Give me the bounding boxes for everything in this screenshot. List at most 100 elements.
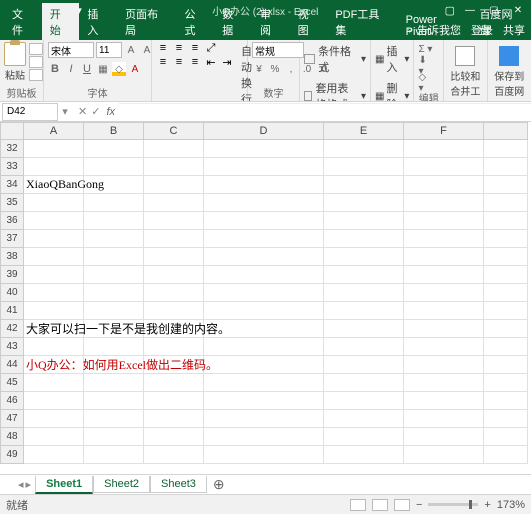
cell[interactable] (404, 248, 484, 266)
cell[interactable] (404, 302, 484, 320)
cell[interactable] (144, 338, 204, 356)
cell[interactable]: 小Q办公：如何用Excel做出二维码。 (24, 356, 84, 374)
orientation-icon[interactable]: ⤢ (204, 42, 218, 54)
cell[interactable] (84, 284, 144, 302)
row-header[interactable]: 34 (0, 176, 24, 194)
border-button[interactable]: ▦ (96, 62, 110, 76)
cell[interactable] (484, 374, 528, 392)
save-baidu-button[interactable]: 保存到百度网盘 (492, 46, 527, 102)
cell[interactable] (144, 410, 204, 428)
cell[interactable] (324, 302, 404, 320)
cell[interactable] (24, 140, 84, 158)
row-header[interactable]: 37 (0, 230, 24, 248)
cell[interactable] (24, 374, 84, 392)
cancel-formula-icon[interactable]: ✕ (78, 105, 87, 118)
fx-icon[interactable]: fx (106, 106, 115, 118)
number-format-select[interactable]: 常规 (252, 42, 304, 58)
cell[interactable] (144, 392, 204, 410)
enter-formula-icon[interactable]: ✓ (91, 105, 100, 118)
cell[interactable] (324, 446, 404, 464)
tab-file[interactable]: 文件 (4, 3, 42, 40)
cell[interactable] (204, 248, 324, 266)
cell[interactable] (204, 410, 324, 428)
cell[interactable] (404, 176, 484, 194)
formula-bar[interactable] (119, 103, 531, 121)
cell[interactable] (324, 230, 404, 248)
cell[interactable] (84, 392, 144, 410)
tell-me[interactable]: ♀ 告诉我您 (406, 22, 461, 38)
cell[interactable] (204, 374, 324, 392)
cell[interactable] (404, 266, 484, 284)
cell[interactable] (484, 158, 528, 176)
cell[interactable] (324, 356, 404, 374)
worksheet-grid[interactable]: ABCDEF 323334XiaoQBanGong353637383940414… (0, 122, 531, 474)
cell[interactable] (24, 410, 84, 428)
cell[interactable] (84, 374, 144, 392)
cell[interactable] (204, 302, 324, 320)
zoom-in-icon[interactable]: + (484, 499, 490, 511)
cell[interactable] (84, 212, 144, 230)
font-name-select[interactable]: 宋体 (48, 42, 94, 58)
cell[interactable] (144, 194, 204, 212)
cell[interactable] (404, 320, 484, 338)
delete-cells-button[interactable]: ▦删除 ▾ (375, 80, 409, 102)
cell[interactable] (404, 212, 484, 230)
align-left-icon[interactable]: ≡ (156, 56, 170, 68)
font-color-button[interactable]: A (128, 62, 142, 76)
insert-cells-button[interactable]: ▦插入 ▾ (375, 43, 409, 75)
cell[interactable] (24, 194, 84, 212)
fill-color-button[interactable]: ◇ (112, 62, 126, 76)
cell[interactable] (24, 428, 84, 446)
view-break-icon[interactable] (394, 499, 410, 511)
currency-icon[interactable]: ¥ (252, 62, 266, 76)
cell[interactable] (404, 284, 484, 302)
row-header[interactable]: 46 (0, 392, 24, 410)
cell[interactable] (204, 266, 324, 284)
cell[interactable] (144, 248, 204, 266)
col-header-extra[interactable] (484, 122, 528, 140)
cell[interactable] (324, 338, 404, 356)
cell[interactable] (324, 374, 404, 392)
cell[interactable] (404, 194, 484, 212)
cell[interactable] (484, 428, 528, 446)
cell[interactable] (484, 266, 528, 284)
autosum-icon[interactable]: Σ ▾ (418, 42, 432, 56)
comma-icon[interactable]: , (284, 62, 298, 76)
row-header[interactable]: 47 (0, 410, 24, 428)
cell[interactable] (24, 446, 84, 464)
cell[interactable] (84, 410, 144, 428)
underline-button[interactable]: U (80, 62, 94, 76)
cell[interactable] (404, 374, 484, 392)
cell[interactable] (404, 338, 484, 356)
cell[interactable] (24, 248, 84, 266)
cell[interactable] (144, 158, 204, 176)
sheet-nav-prev-icon[interactable]: ◂ (18, 478, 24, 491)
cell[interactable] (204, 284, 324, 302)
cell[interactable] (484, 140, 528, 158)
cell[interactable] (404, 140, 484, 158)
tab-pdftools[interactable]: PDF工具集 (327, 3, 397, 40)
cell[interactable] (144, 266, 204, 284)
cell[interactable] (204, 194, 324, 212)
cell[interactable] (324, 392, 404, 410)
cell[interactable] (204, 176, 324, 194)
cell[interactable] (484, 176, 528, 194)
row-header[interactable]: 33 (0, 158, 24, 176)
cell[interactable] (204, 230, 324, 248)
col-header-B[interactable]: B (84, 122, 144, 140)
cell[interactable] (84, 446, 144, 464)
cell[interactable] (84, 428, 144, 446)
row-header[interactable]: 45 (0, 374, 24, 392)
italic-button[interactable]: I (64, 62, 78, 76)
cell[interactable] (24, 302, 84, 320)
cell[interactable]: XiaoQBanGong (24, 176, 84, 194)
cell[interactable] (404, 356, 484, 374)
row-header[interactable]: 44 (0, 356, 24, 374)
cell[interactable] (324, 248, 404, 266)
cell[interactable] (84, 248, 144, 266)
sheet-tab-2[interactable]: Sheet2 (93, 476, 150, 493)
cell[interactable] (144, 176, 204, 194)
tab-home[interactable]: 开始 (42, 3, 80, 40)
row-header[interactable]: 39 (0, 266, 24, 284)
view-layout-icon[interactable] (372, 499, 388, 511)
